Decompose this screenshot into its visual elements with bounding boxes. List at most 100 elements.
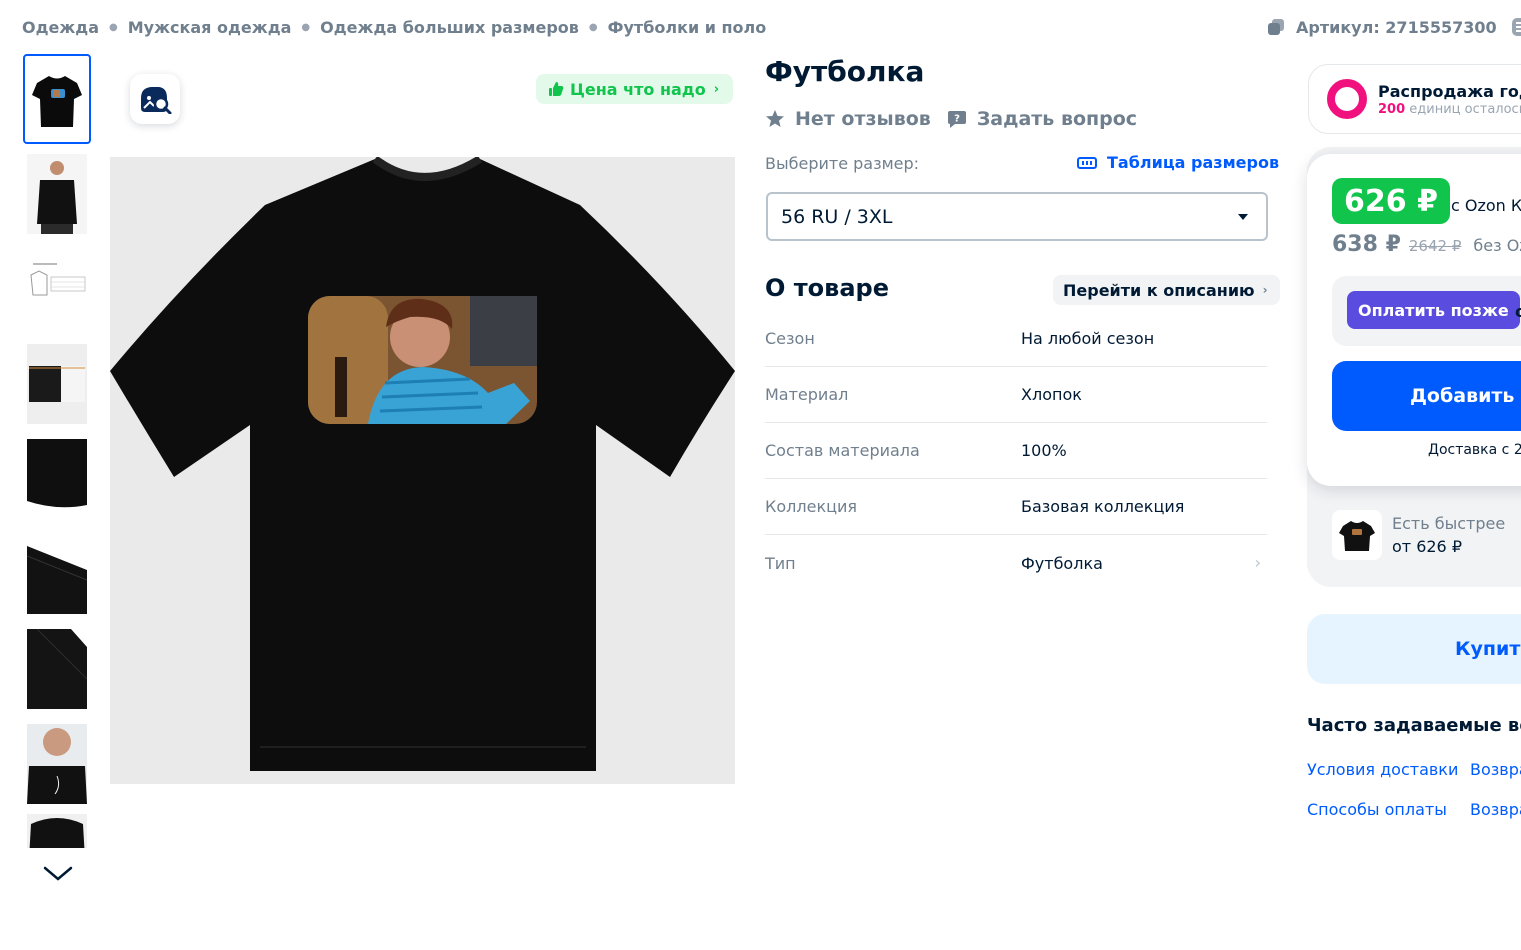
sale-count: 200 bbox=[1378, 101, 1406, 117]
regular-price: 638 ₽ bbox=[1332, 232, 1401, 257]
breadcrumb-link[interactable]: Мужская одежда bbox=[128, 18, 292, 37]
thumbnail-image bbox=[27, 439, 87, 519]
buy-now-button[interactable]: Купить bbox=[1307, 614, 1521, 684]
thumbnail-2[interactable] bbox=[23, 149, 91, 239]
share-icon[interactable] bbox=[1511, 17, 1521, 37]
thumbnail-image bbox=[27, 249, 87, 329]
thumbnail-5[interactable] bbox=[23, 434, 91, 524]
sku-copy[interactable]: Артикул: 2715557300 bbox=[1266, 17, 1521, 37]
spec-value: Футболка bbox=[1021, 553, 1103, 573]
thumbnail-image bbox=[27, 724, 87, 804]
thumbnail-image bbox=[27, 59, 87, 139]
reviews-label: Нет отзывов bbox=[795, 108, 931, 130]
spec-key: Тип bbox=[765, 553, 796, 573]
thumbnail-image bbox=[27, 534, 87, 614]
photo-search-icon bbox=[141, 87, 172, 114]
ask-question-label: Задать вопрос bbox=[976, 108, 1138, 130]
product-meta: Нет отзывов ? Задать вопрос bbox=[765, 108, 1153, 130]
faq-link-delivery[interactable]: Условия доставки bbox=[1307, 760, 1458, 779]
pay-later-button[interactable]: Оплатить позже bbox=[1347, 291, 1520, 329]
question-bubble-icon: ? bbox=[947, 111, 966, 128]
sale-title: Распродажа года bbox=[1378, 81, 1521, 101]
chevron-down-icon[interactable] bbox=[42, 862, 74, 884]
faq-link-return-2[interactable]: Возврат bbox=[1470, 800, 1521, 819]
spec-key: Сезон bbox=[765, 329, 815, 348]
breadcrumb-link[interactable]: Одежда больших размеров bbox=[320, 18, 579, 37]
breadcrumb-separator: ● bbox=[301, 22, 311, 33]
size-select[interactable]: 56 RU / 3XL bbox=[766, 192, 1268, 241]
size-table-link[interactable]: Таблица размеров bbox=[1077, 153, 1279, 172]
faq-title: Часто задаваемые вопросы bbox=[1307, 715, 1521, 736]
faq-link-payment[interactable]: Способы оплаты bbox=[1307, 800, 1447, 819]
faq-link-return[interactable]: Возврат bbox=[1470, 760, 1521, 779]
spec-value: На любой сезон bbox=[1021, 329, 1155, 348]
regular-price-note: без Ozon Карты bbox=[1473, 236, 1521, 255]
goto-description-button[interactable]: Перейти к описанию › bbox=[1053, 275, 1280, 305]
spec-row-type[interactable]: Тип Футболка › bbox=[765, 535, 1267, 591]
ruler-icon bbox=[1077, 156, 1097, 169]
faster-offer[interactable]: Есть быстрее от 626 ₽ bbox=[1332, 510, 1505, 560]
svg-text:?: ? bbox=[954, 114, 960, 125]
spec-value: Базовая коллекция bbox=[1021, 497, 1185, 516]
sku-text: Артикул: 2715557300 bbox=[1296, 17, 1497, 37]
thumbs-up-icon bbox=[549, 82, 564, 96]
breadcrumb-separator: ● bbox=[109, 22, 118, 33]
thumbnail-1[interactable] bbox=[23, 54, 91, 144]
spec-row: Сезон На любой сезон bbox=[765, 311, 1267, 367]
spec-row: Материал Хлопок bbox=[765, 367, 1267, 423]
print-photo bbox=[308, 296, 537, 424]
spec-key: Материал bbox=[765, 385, 849, 404]
card-price: 626 ₽ bbox=[1332, 178, 1450, 224]
spec-row: Коллекция Базовая коллекция bbox=[765, 479, 1267, 535]
spec-row: Состав материала 100% bbox=[765, 423, 1267, 479]
add-to-cart-button[interactable]: Добавить в корзину bbox=[1332, 361, 1521, 431]
thumbnail-image bbox=[27, 154, 87, 234]
about-title: О товаре bbox=[765, 274, 889, 302]
thumbnail-6[interactable] bbox=[23, 529, 91, 619]
photo-search-button[interactable] bbox=[130, 74, 180, 124]
breadcrumb-link[interactable]: Одежда bbox=[22, 18, 99, 37]
thumbnail-3[interactable] bbox=[23, 244, 91, 334]
chevron-right-icon: › bbox=[1254, 553, 1261, 572]
tshirt-image bbox=[110, 155, 735, 784]
pay-later-box: Оплатить позже от bbox=[1332, 276, 1521, 346]
breadcrumb: Одежда ● Мужская одежда ● Одежда больших… bbox=[22, 18, 766, 37]
faster-offer-price: от 626 ₽ bbox=[1392, 537, 1462, 556]
sale-subtitle: 200 единиц осталось bbox=[1378, 102, 1521, 117]
product-main-photo[interactable] bbox=[110, 155, 735, 784]
tshirt-thumb-image bbox=[1339, 521, 1375, 551]
spec-value: Хлопок bbox=[1021, 385, 1082, 404]
sale-banner[interactable]: Распродажа года 200 единиц осталось bbox=[1308, 64, 1521, 134]
reviews-link[interactable]: Нет отзывов bbox=[765, 108, 931, 130]
size-select-value: 56 RU / 3XL bbox=[781, 205, 893, 228]
spec-key: Состав материала bbox=[765, 441, 920, 460]
chevron-right-icon: › bbox=[713, 81, 720, 97]
faster-offer-title: Есть быстрее bbox=[1392, 514, 1506, 533]
specs-list: Сезон На любой сезон Материал Хлопок Сос… bbox=[765, 311, 1267, 591]
copy-icon bbox=[1268, 19, 1284, 35]
goto-description-label: Перейти к описанию bbox=[1063, 280, 1255, 300]
sale-ring-icon bbox=[1327, 79, 1367, 119]
price-card: 626 ₽ с Ozon Картой 638 ₽ 2642 ₽ без Ozo… bbox=[1307, 154, 1521, 486]
spec-key: Коллекция bbox=[765, 497, 858, 516]
chevron-right-icon: › bbox=[1262, 283, 1268, 297]
spec-value: 100% bbox=[1021, 441, 1067, 460]
product-title: Футболка bbox=[765, 55, 925, 88]
price-badge[interactable]: Цена что надо › bbox=[536, 74, 734, 104]
faster-offer-image bbox=[1332, 510, 1382, 560]
breadcrumb-separator: ● bbox=[588, 22, 598, 33]
breadcrumb-link[interactable]: Футболки и поло bbox=[608, 18, 767, 37]
ask-question-link[interactable]: ? Задать вопрос bbox=[947, 108, 1137, 130]
thumbnail-4[interactable] bbox=[23, 339, 91, 429]
thumbnail-7[interactable] bbox=[23, 624, 91, 714]
thumbnail-8[interactable] bbox=[23, 719, 91, 809]
delivery-info: Доставка с 2 bbox=[1428, 442, 1521, 458]
size-table-label: Таблица размеров bbox=[1107, 153, 1280, 172]
thumbnail-9[interactable] bbox=[23, 814, 91, 848]
thumbnail-image bbox=[27, 814, 87, 848]
star-icon bbox=[766, 110, 784, 127]
thumbnail-list bbox=[23, 54, 93, 853]
size-label: Выберите размер: bbox=[765, 154, 920, 173]
thumbnail-image bbox=[27, 344, 87, 424]
caret-down-icon bbox=[1238, 213, 1248, 220]
